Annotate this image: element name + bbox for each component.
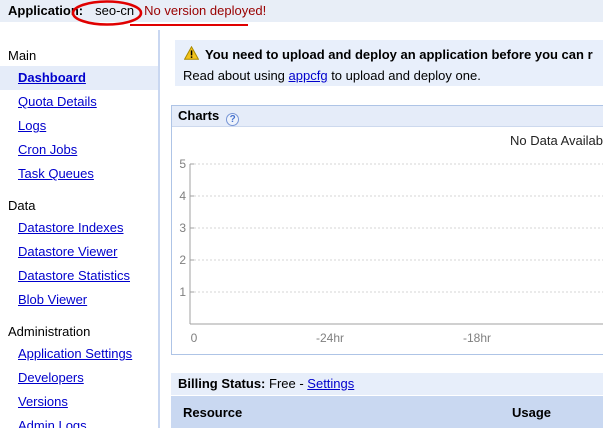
deploy-status-message: No version deployed!	[144, 3, 267, 18]
sidebar-item-versions[interactable]: Versions	[0, 390, 158, 414]
sidebar-section-administration: Administration	[8, 324, 91, 339]
billing-status-label: Billing Status:	[178, 376, 266, 391]
appcfg-link[interactable]: appcfg	[289, 68, 328, 83]
sidebar-item-datastore-statistics[interactable]: Datastore Statistics	[0, 264, 158, 288]
sidebar-item-task-queues[interactable]: Task Queues	[0, 162, 158, 186]
sidebar-item-admin-logs[interactable]: Admin Logs	[0, 414, 158, 428]
sidebar-item-application-settings[interactable]: Application Settings	[0, 342, 158, 366]
sidebar-divider	[158, 30, 160, 428]
chart-canvas: 5 4 3 2 1 0 -24hr -18hr	[179, 157, 603, 345]
sidebar-item-logs[interactable]: Logs	[0, 114, 158, 138]
red-underline-annotation	[130, 24, 248, 26]
deploy-notice-box: You need to upload and deploy an applica…	[175, 40, 603, 86]
sidebar-item-datastore-indexes[interactable]: Datastore Indexes	[0, 216, 158, 240]
sidebar-item-developers[interactable]: Developers	[0, 366, 158, 390]
help-icon[interactable]: ?	[226, 113, 240, 126]
warning-icon	[184, 46, 199, 60]
column-header-resource: Resource	[183, 404, 243, 420]
sidebar-item-datastore-viewer[interactable]: Datastore Viewer	[0, 240, 158, 264]
app-engine-dashboard: Application: seo-cn No version deployed! M…	[0, 0, 603, 428]
y-axis-tick-2: 2	[179, 253, 186, 267]
notice-line2-suffix: to upload and deploy one.	[327, 68, 481, 83]
sidebar-item-dashboard[interactable]: Dashboard	[0, 66, 158, 90]
sidebar-section-main: Main	[8, 48, 37, 63]
billing-settings-link[interactable]: Settings	[307, 376, 354, 391]
column-header-usage: Usage	[512, 404, 552, 420]
notice-line2-prefix: Read about using	[183, 68, 289, 83]
y-axis-tick-4: 4	[179, 189, 186, 203]
y-axis-tick-5: 5	[179, 157, 186, 171]
usage-table-header: Resource Usage	[171, 396, 603, 428]
billing-status-bar: Billing Status: Free - Settings	[171, 373, 603, 395]
red-ellipse-annotation	[71, 0, 143, 26]
charts-panel-header: Charts?	[172, 106, 603, 127]
sidebar-item-cron-jobs[interactable]: Cron Jobs	[0, 138, 158, 162]
notice-text-line2: Read about using appcfg to upload and de…	[183, 68, 481, 83]
x-axis-tick-0: 0	[191, 331, 198, 345]
notice-text-line1: You need to upload and deploy an applica…	[205, 47, 593, 62]
sidebar-section-data: Data	[8, 198, 36, 213]
billing-status-value: Free -	[265, 376, 308, 391]
sidebar-nav: Main Dashboard Quota Details Logs Cron J…	[0, 46, 158, 428]
x-axis-tick-18hr: -18hr	[463, 331, 491, 345]
chart-area: No Data Available 5 4 3 2 1 0 -24hr -18h…	[172, 127, 603, 354]
sidebar-item-quota-details[interactable]: Quota Details	[0, 90, 158, 114]
charts-panel: Charts? No Data Available 5 4 3 2 1 0 -2…	[171, 105, 603, 355]
sidebar-item-blob-viewer[interactable]: Blob Viewer	[0, 288, 158, 312]
y-axis-tick-3: 3	[179, 221, 186, 235]
x-axis-tick-24hr: -24hr	[316, 331, 344, 345]
y-axis-tick-1: 1	[179, 285, 186, 299]
charts-title: Charts	[178, 108, 220, 123]
